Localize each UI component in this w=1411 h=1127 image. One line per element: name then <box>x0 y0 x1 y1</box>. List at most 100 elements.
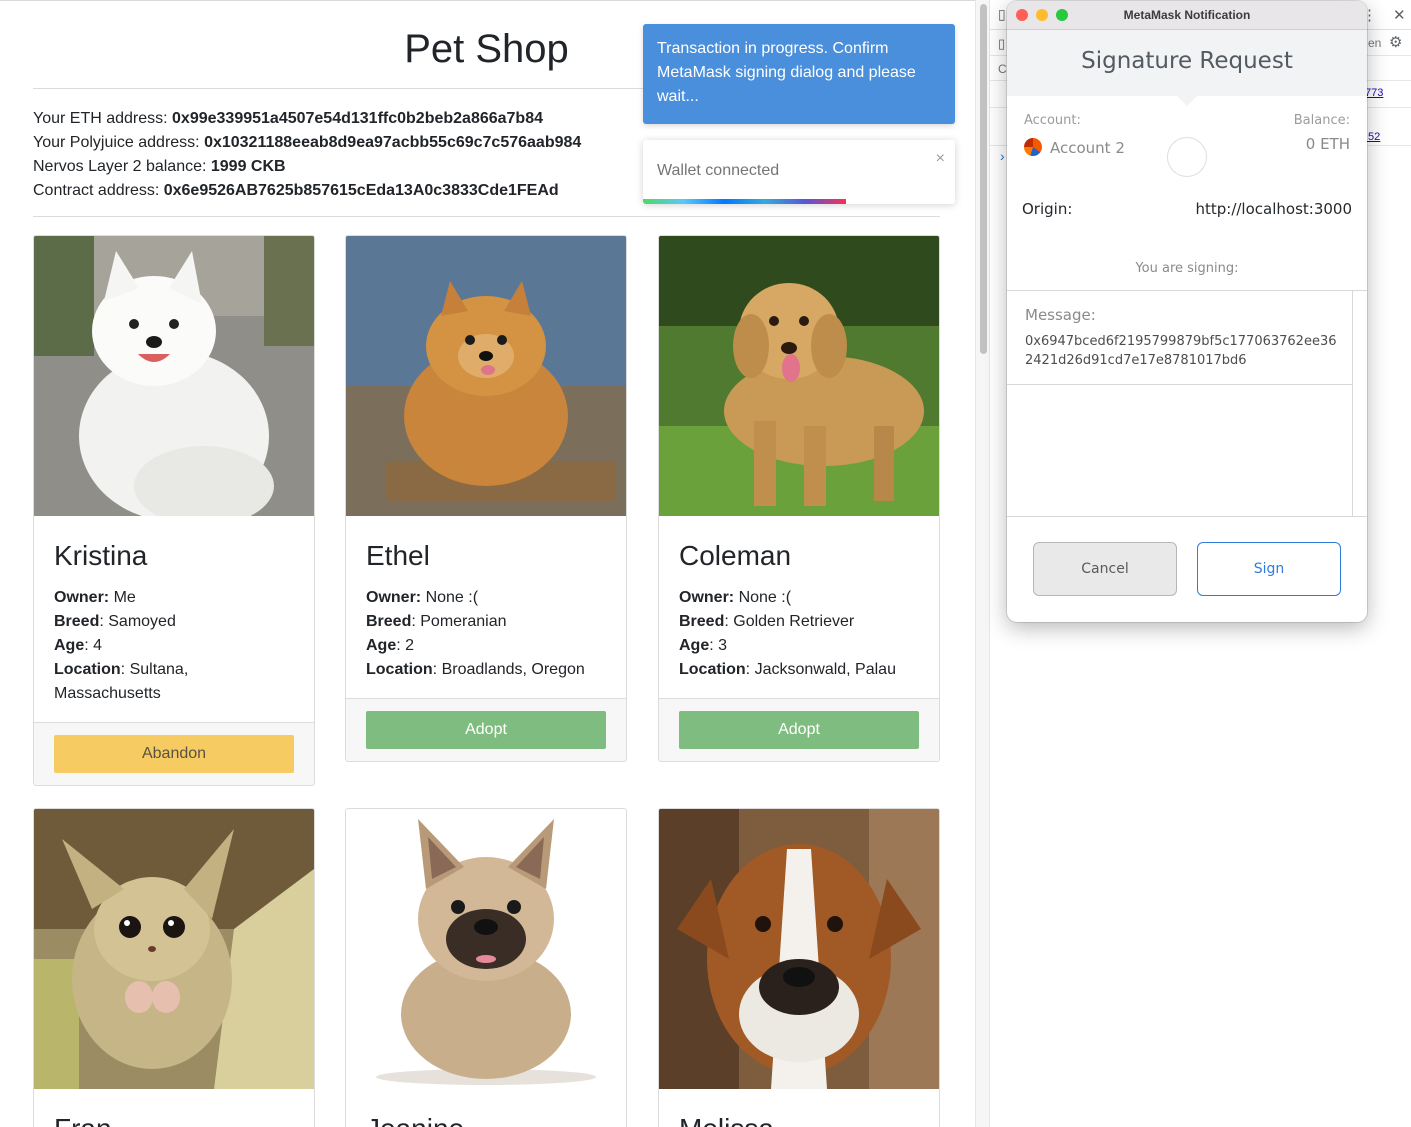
breed-label: Breed <box>679 613 725 630</box>
polyjuice-address-label: Your Polyjuice address: <box>33 134 205 151</box>
pet-age: Age: 4 <box>54 637 103 654</box>
signing-label: You are signing: <box>1135 261 1239 276</box>
pet-owner: Owner: None :( <box>679 586 919 610</box>
message-box[interactable]: Message: 0x6947bced6f2195799879bf5c17706… <box>1007 291 1353 517</box>
adopt-button[interactable]: Adopt <box>679 711 919 749</box>
owner-label: Owner: <box>54 589 110 606</box>
pet-breed: Breed: Golden Retriever <box>679 613 855 630</box>
polyjuice-address-value: 0x10321188eeab8d9ea97acbb55c69c7c576aab9… <box>204 134 582 151</box>
window-titlebar: MetaMask Notification <box>1007 1 1367 30</box>
source-link[interactable]: 773 <box>1365 87 1383 99</box>
adopt-button[interactable]: Adopt <box>366 711 606 749</box>
pet-breed: Breed: Samoyed <box>54 613 176 630</box>
location-label: Location <box>54 661 121 678</box>
eth-address-label: Your ETH address: <box>33 110 173 127</box>
age-label: Age <box>366 637 397 654</box>
account-info: Your ETH address: 0x99e339951a4507e54d13… <box>33 107 581 203</box>
balance-label: Balance: <box>1293 113 1350 128</box>
page-scrollbar[interactable] <box>975 0 990 1127</box>
cancel-button[interactable]: Cancel <box>1033 542 1177 596</box>
pet-name: Kristina <box>54 540 148 571</box>
pet-owner: Owner: Me <box>54 586 294 610</box>
abandon-button[interactable]: Abandon <box>54 735 294 773</box>
location-value: Broadlands, Oregon <box>441 661 585 678</box>
age-value: 4 <box>93 637 103 654</box>
signature-header: Signature Request <box>1007 30 1367 96</box>
close-icon[interactable]: ✕ <box>1393 6 1406 24</box>
divider <box>1007 516 1367 517</box>
wallet-connected-toast: Wallet connected × <box>643 140 955 204</box>
scrollbar-thumb[interactable] <box>980 4 987 354</box>
breed-label: Breed <box>366 613 412 630</box>
partial-text-c: C <box>998 62 1007 76</box>
pet-photo-pomeranian <box>346 236 626 516</box>
balance-label: Nervos Layer 2 balance: <box>33 158 211 175</box>
breed-value: Samoyed <box>108 613 176 630</box>
toast-message: Transaction in progress. Confirm MetaMas… <box>657 40 916 105</box>
source-link[interactable]: :52 <box>1365 131 1380 143</box>
pet-photo-fran <box>34 809 314 1089</box>
signature-heading: Signature Request <box>1081 48 1293 74</box>
age-value: 2 <box>405 637 415 654</box>
account-identicon-icon <box>1024 138 1042 156</box>
screen: Pet Shop Your ETH address: 0x99e339951a4… <box>0 0 1411 1127</box>
pet-location: Location: Jacksonwald, Palau <box>679 661 896 678</box>
toast-progress-bar <box>643 199 846 204</box>
toast-message: Wallet connected <box>657 162 780 179</box>
pet-location: Location: Broadlands, Oregon <box>366 661 585 678</box>
balance-line: Nervos Layer 2 balance: 1999 CKB <box>33 155 581 179</box>
owner-value: None :( <box>738 589 792 606</box>
pet-breed: Breed: Pomeranian <box>366 613 507 630</box>
pet-shop-page: Pet Shop Your ETH address: 0x99e339951a4… <box>0 0 975 1127</box>
age-label: Age <box>679 637 710 654</box>
origin-label: Origin: <box>1022 200 1073 218</box>
polyjuice-address-line: Your Polyjuice address: 0x10321188eeab8d… <box>33 131 581 155</box>
pet-name: Fran <box>54 1111 294 1127</box>
window-title: MetaMask Notification <box>1123 8 1251 22</box>
breed-value: Golden Retriever <box>733 613 855 630</box>
pet-age: Age: 3 <box>679 637 728 654</box>
breed-label: Breed <box>54 613 100 630</box>
pet-photo-golden-retriever <box>659 236 939 516</box>
age-value: 3 <box>718 637 728 654</box>
pet-name: Melissa <box>679 1111 919 1127</box>
sign-button[interactable]: Sign <box>1197 542 1341 596</box>
owner-value: None :( <box>425 589 479 606</box>
pet-owner: Owner: None :( <box>366 586 606 610</box>
pet-name: Ethel <box>366 540 430 571</box>
contract-address-label: Contract address: <box>33 182 164 199</box>
dock-icon[interactable]: ▯ <box>998 6 1006 23</box>
pet-card: Melissa <box>658 808 940 1127</box>
gear-icon[interactable]: ⚙ <box>1389 33 1402 51</box>
card-footer: Adopt <box>346 698 626 761</box>
account-label: Account: <box>1024 113 1081 128</box>
account-name: Account 2 <box>1050 139 1125 157</box>
pet-card: Coleman Owner: None :( Breed: Golden Ret… <box>658 235 940 762</box>
partial-text: en <box>1368 36 1382 50</box>
origin-value: http://localhost:3000 <box>1195 200 1352 218</box>
contract-address-value: 0x6e9526AB7625b857615cEda13A0c3833Cde1FE… <box>163 182 559 199</box>
pet-age: Age: 2 <box>366 637 415 654</box>
pet-card: Fran <box>33 808 315 1127</box>
account-avatar-ring <box>1167 137 1207 177</box>
chevron-right-icon[interactable]: › <box>1000 148 1005 164</box>
eth-address-line: Your ETH address: 0x99e339951a4507e54d13… <box>33 107 581 131</box>
close-icon[interactable]: × <box>936 150 945 168</box>
pet-card: Ethel Owner: None :( Breed: Pomeranian A… <box>345 235 627 762</box>
owner-label: Owner: <box>366 589 422 606</box>
pet-location: Location: Sultana, Massachusetts <box>54 661 189 702</box>
location-label: Location <box>679 661 746 678</box>
message-value: 0x6947bced6f2195799879bf5c177063762ee362… <box>1025 334 1337 368</box>
transaction-progress-toast: Transaction in progress. Confirm MetaMas… <box>643 24 955 124</box>
pet-photo-jeanine <box>346 809 626 1089</box>
owner-value: Me <box>113 589 136 606</box>
panel-icon[interactable]: ▯ <box>998 36 1005 52</box>
message-label: Message: <box>1025 306 1096 324</box>
divider <box>33 216 940 217</box>
location-label: Location <box>366 661 433 678</box>
balance-value: 1999 CKB <box>210 158 286 175</box>
contract-address-line: Contract address: 0x6e9526AB7625b857615c… <box>33 179 581 203</box>
owner-label: Owner: <box>679 589 735 606</box>
eth-address-value: 0x99e339951a4507e54d131ffc0b2beb2a866a7b… <box>172 110 543 127</box>
pet-photo-melissa <box>659 809 939 1089</box>
